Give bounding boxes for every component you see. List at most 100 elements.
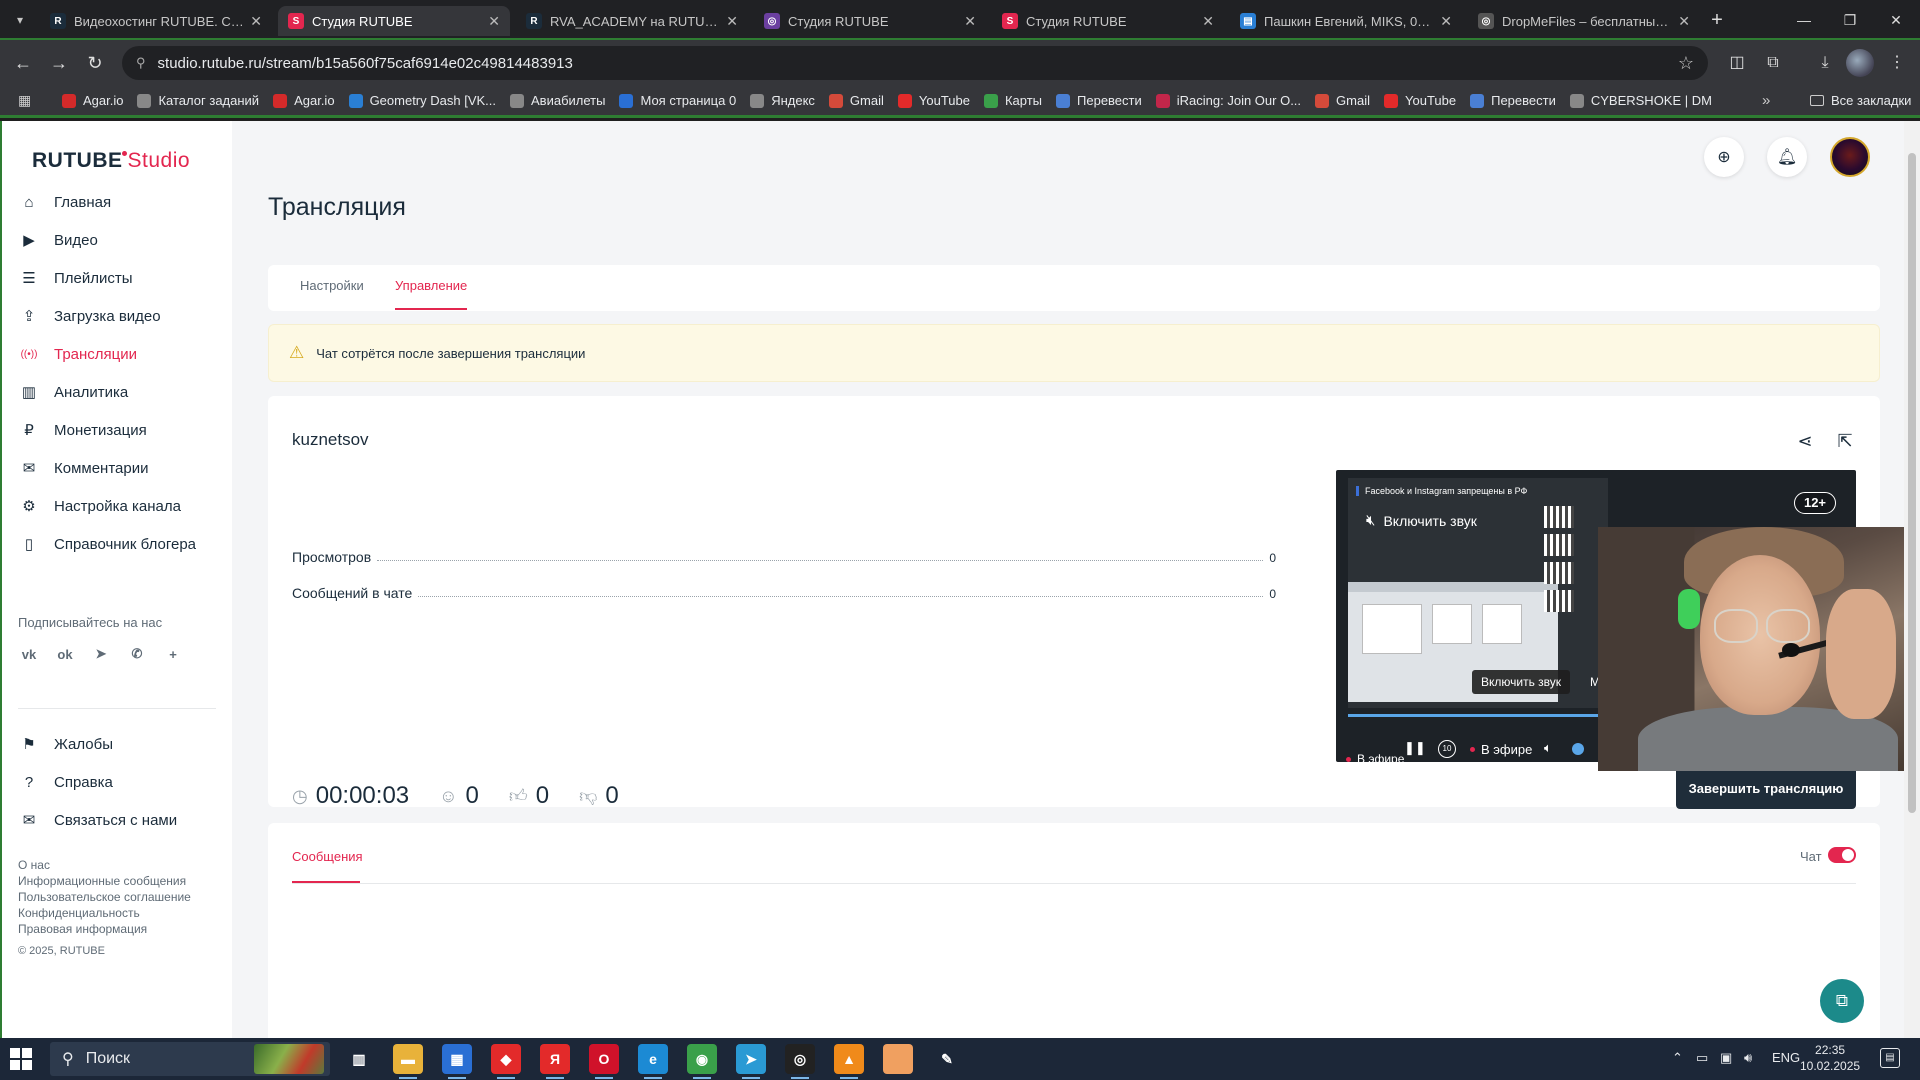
yandex-browser-icon[interactable]: Я: [540, 1044, 570, 1079]
rutube-studio-logo[interactable]: RUTUBE Studio: [32, 149, 190, 173]
browser-profile-avatar[interactable]: [1846, 49, 1874, 77]
user-avatar[interactable]: [1830, 137, 1870, 177]
share-icon[interactable]: ⋖: [1794, 430, 1816, 452]
sidebar-item-book[interactable]: ▯ Справочник блогера: [20, 525, 220, 563]
tab-messages[interactable]: Сообщения: [292, 849, 363, 864]
sidebar-item-flag[interactable]: ⚑ Жалобы: [20, 725, 220, 763]
tray-app-icon[interactable]: ▭: [1696, 1050, 1708, 1066]
red-diamond-app-icon[interactable]: ◆: [491, 1044, 521, 1079]
tab-close-icon[interactable]: ✕: [1202, 13, 1214, 30]
ok-icon[interactable]: ok: [56, 645, 74, 663]
tab-close-icon[interactable]: ✕: [964, 13, 976, 30]
tab-management[interactable]: Управление: [395, 278, 467, 293]
volume-tray-icon[interactable]: 🔊︎: [1744, 1050, 1752, 1066]
more-bookmarks-icon[interactable]: »: [1762, 92, 1770, 109]
sidebar-item-analytics[interactable]: ▥ Аналитика: [20, 373, 220, 411]
pause-icon[interactable]: ❚❚: [1404, 740, 1426, 756]
unmute-overlay-button[interactable]: 🔇︎ Включить звук: [1366, 512, 1477, 529]
sidebar-item-upload[interactable]: ⇪ Загрузка видео: [20, 297, 220, 335]
end-stream-button[interactable]: Завершить трансляцию: [1676, 767, 1856, 809]
sidebar-item-gear[interactable]: ⚙ Настройка канала: [20, 487, 220, 525]
live-indicator-right[interactable]: В эфире: [1470, 742, 1532, 757]
page-scrollbar[interactable]: [1904, 121, 1920, 1038]
bookmark-item[interactable]: Gmail: [1315, 93, 1370, 108]
sidebar-item-playlist[interactable]: ☰ Плейлисты: [20, 259, 220, 297]
footer-link[interactable]: Пользовательское соглашение: [18, 889, 191, 905]
browser-tab-6[interactable]: ◎ DropMeFiles – бесплатный фа... ✕: [1468, 6, 1700, 36]
create-plus-icon[interactable]: ⊕: [1704, 137, 1744, 177]
browser-tab-3[interactable]: ◎ Студия RUTUBE ✕: [754, 6, 986, 36]
bookmark-item[interactable]: iRacing: Join Our O...: [1155, 93, 1301, 108]
bookmark-item[interactable]: YouTube: [1384, 93, 1456, 108]
browser-tab-0[interactable]: R Видеохостинг RUTUBE. Смотри... ✕: [40, 6, 272, 36]
bookmark-item[interactable]: Моя страница 0: [619, 93, 736, 108]
bookmark-item[interactable]: CYBERSHOKE | DM: [1569, 93, 1712, 108]
file-explorer-icon[interactable]: ▬: [393, 1044, 423, 1079]
feather-app-icon[interactable]: ✎: [932, 1044, 962, 1074]
volume-icon[interactable]: 🔈︎: [1544, 740, 1552, 756]
vk-icon[interactable]: vk: [20, 645, 38, 663]
bookmark-item[interactable]: YouTube: [897, 93, 970, 108]
viber-icon[interactable]: ✆: [128, 645, 146, 663]
all-bookmarks-button[interactable]: Все закладки: [1810, 93, 1911, 108]
sidebar-item-video[interactable]: ▶ Видео: [20, 221, 220, 259]
player-progress-bar[interactable]: [1348, 714, 1598, 717]
edge-icon[interactable]: e: [638, 1044, 668, 1079]
sidebar-item-mail[interactable]: ✉ Связаться с нами: [20, 801, 220, 839]
bookmark-item[interactable]: Яндекс: [750, 93, 815, 108]
back-icon[interactable]: ←: [10, 50, 36, 76]
bookmark-item[interactable]: Авиабилеты: [510, 93, 605, 108]
footer-link[interactable]: Конфиденциальность: [18, 905, 191, 921]
minimize-icon[interactable]: —: [1782, 6, 1826, 34]
tab-settings[interactable]: Настройки: [300, 278, 364, 293]
network-icon[interactable]: ▣: [1720, 1050, 1732, 1066]
browser-tab-4[interactable]: S Студия RUTUBE ✕: [992, 6, 1224, 36]
telegram-icon[interactable]: ➤: [92, 645, 110, 663]
language-indicator[interactable]: ENG: [1772, 1050, 1800, 1065]
chat-toggle[interactable]: [1828, 847, 1856, 863]
bookmark-item[interactable]: Карты: [983, 93, 1042, 108]
site-info-icon[interactable]: ⚲: [136, 55, 146, 71]
telegram-app-icon[interactable]: ➤: [736, 1044, 766, 1079]
bookmark-item[interactable]: Gmail: [828, 93, 884, 108]
bookmark-item[interactable]: Перевести: [1056, 93, 1142, 108]
footer-link[interactable]: Информационные сообщения: [18, 873, 191, 889]
taskbar-clock[interactable]: 22:35 10.02.2025: [1800, 1042, 1860, 1074]
url-input[interactable]: ⚲ studio.rutube.ru/stream/b15a560f75caf6…: [122, 46, 1708, 80]
tab-close-icon[interactable]: ✕: [250, 13, 262, 30]
extension-off-icon[interactable]: ◫: [1724, 50, 1750, 76]
steam-icon[interactable]: ◎: [785, 1044, 815, 1079]
sidebar-item-comments[interactable]: ✉ Комментарии: [20, 449, 220, 487]
windows-start-icon[interactable]: [10, 1048, 32, 1070]
bookmark-item[interactable]: Agar.io: [62, 93, 123, 108]
notifications-icon[interactable]: ▤: [1880, 1048, 1900, 1068]
restore-icon[interactable]: ❐: [1828, 6, 1872, 34]
tab-close-icon[interactable]: ✕: [726, 13, 738, 30]
sidebar-item-broadcast[interactable]: ((•)) Трансляции: [20, 335, 220, 373]
opera-icon[interactable]: O: [589, 1044, 619, 1079]
taskbar-search-input[interactable]: ⚲ Поиск: [50, 1042, 330, 1076]
rewind-10-icon[interactable]: 10: [1438, 740, 1456, 758]
task-view-icon[interactable]: ▥: [344, 1044, 374, 1074]
open-external-icon[interactable]: ⇱: [1834, 430, 1856, 452]
volume-slider[interactable]: [1572, 743, 1584, 755]
browser-tab-2[interactable]: R RVA_ACADEMY на RUTUBE: 13... ✕: [516, 6, 748, 36]
tab-close-icon[interactable]: ✕: [1678, 13, 1690, 30]
tab-search-icon[interactable]: ▾: [8, 8, 32, 32]
chrome-icon[interactable]: ◉: [687, 1044, 717, 1079]
tray-overflow-icon[interactable]: ⌃: [1672, 1050, 1683, 1066]
bookmark-star-icon[interactable]: ☆: [1678, 53, 1694, 74]
browser-menu-icon[interactable]: ⋮: [1884, 50, 1910, 76]
support-chat-button[interactable]: ⧉: [1820, 979, 1864, 1023]
notification-bell-icon[interactable]: 🔔︎: [1767, 137, 1807, 177]
reload-icon[interactable]: ↻: [82, 50, 108, 76]
close-window-icon[interactable]: ✕: [1874, 6, 1918, 34]
plus-icon[interactable]: +: [164, 645, 182, 663]
tab-close-icon[interactable]: ✕: [488, 13, 500, 30]
footer-link[interactable]: Правовая информация: [18, 921, 191, 937]
vlc-icon[interactable]: ▲: [834, 1044, 864, 1079]
bookmark-item[interactable]: Каталог заданий: [137, 93, 259, 108]
footer-link[interactable]: О нас: [18, 857, 191, 873]
new-tab-button[interactable]: +: [1704, 8, 1730, 34]
tab-close-icon[interactable]: ✕: [1440, 13, 1452, 30]
